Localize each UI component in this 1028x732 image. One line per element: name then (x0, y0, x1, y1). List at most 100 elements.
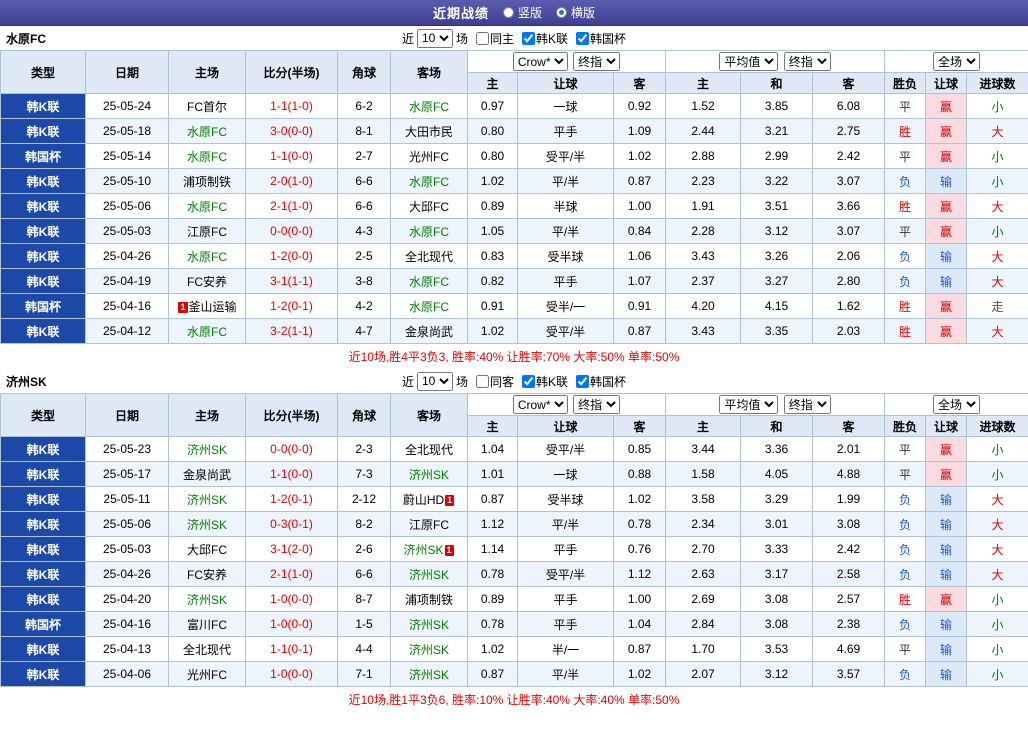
handicap-stage-select[interactable]: 终指 (573, 395, 620, 414)
handicap-result-cell: 输 (926, 562, 967, 587)
avg-away-odds: 2.57 (813, 587, 885, 612)
away-team-cell: 水原FC (391, 169, 468, 194)
team-label: 大邱FC (187, 543, 227, 557)
corner-column-header: 角球 (338, 51, 391, 94)
score-column-header: 比分(半场) (246, 394, 338, 437)
avg-away-odds: 2.58 (813, 562, 885, 587)
home-team-cell: 济州SK (169, 437, 246, 462)
date-cell: 25-05-11 (86, 487, 169, 512)
handicap-away-odds: 0.87 (614, 637, 666, 662)
date-cell: 25-05-23 (86, 437, 169, 462)
score-cell: 1-1(0-0) (246, 462, 338, 487)
handicap-result-cell: 赢 (926, 587, 967, 612)
team-label: 全北现代 (405, 443, 453, 457)
date-cell: 25-05-06 (86, 194, 169, 219)
layout-radio-horizontal[interactable]: 横版 (556, 4, 595, 21)
goals-result-cell: 大 (967, 537, 1028, 562)
same-venue-checkbox[interactable] (476, 375, 489, 388)
same-venue-filter[interactable]: 同客 (476, 373, 514, 390)
goals-result-cell: 小 (967, 169, 1028, 194)
corner-cell: 8-7 (338, 587, 391, 612)
avg-draw-odds: 4.15 (741, 294, 813, 319)
result-cell: 胜 (885, 194, 926, 219)
score-column-header: 比分(半场) (246, 51, 338, 94)
same-venue-checkbox[interactable] (476, 32, 489, 45)
goals-result-cell: 走 (967, 294, 1028, 319)
handicap-home-odds: 1.12 (468, 512, 518, 537)
bookmaker-select[interactable]: Crow* (513, 395, 568, 414)
handicap-away-odds: 0.87 (614, 319, 666, 344)
handicap-home-odds: 1.02 (468, 169, 518, 194)
fulltime-scope-select[interactable]: 全场 (933, 52, 980, 71)
league-checkbox[interactable] (522, 32, 535, 45)
handicap-away-odds: 1.07 (614, 269, 666, 294)
team-label: 水原FC (409, 175, 449, 189)
average-stage-select[interactable]: 终指 (784, 395, 831, 414)
league-type-cell: 韩K联 (1, 94, 86, 119)
same-venue-filter[interactable]: 同主 (476, 30, 514, 47)
avg-draw-header: 和 (741, 73, 813, 94)
handicap-away-odds: 1.02 (614, 662, 666, 687)
team-section: 水原FC 近 10 场 同主 韩K联 韩国杯 (0, 26, 1028, 369)
league-checkbox[interactable] (522, 375, 535, 388)
league-type-cell: 韩K联 (1, 462, 86, 487)
handicap-line: 平/半 (518, 662, 614, 687)
result-header: 胜负 (885, 73, 926, 94)
cup-checkbox[interactable] (576, 32, 589, 45)
average-select[interactable]: 平均值 (719, 395, 778, 414)
result-cell: 平 (885, 437, 926, 462)
corner-cell: 2-6 (338, 537, 391, 562)
corner-cell: 2-3 (338, 437, 391, 462)
cup-checkbox[interactable] (576, 375, 589, 388)
league-filter[interactable]: 韩K联 (522, 373, 568, 390)
handicap-home-odds: 0.97 (468, 94, 518, 119)
goals-result-cell: 大 (967, 119, 1028, 144)
league-filter[interactable]: 韩K联 (522, 30, 568, 47)
result-cell: 负 (885, 269, 926, 294)
layout-radio-vertical[interactable]: 竖版 (503, 4, 542, 21)
avg-home-odds: 3.44 (666, 437, 741, 462)
match-count-select[interactable]: 10 (417, 372, 453, 391)
corner-cell: 6-6 (338, 562, 391, 587)
match-row: 韩K联25-05-03江原FC0-0(0-0)4-3水原FC1.05平/半0.8… (1, 219, 1028, 244)
score-cell: 1-2(0-0) (246, 244, 338, 269)
home-column-header: 主场 (169, 51, 246, 94)
avg-draw-odds: 3.35 (741, 319, 813, 344)
fulltime-scope-select[interactable]: 全场 (933, 395, 980, 414)
handicap-stage-select[interactable]: 终指 (573, 52, 620, 71)
games-label: 场 (456, 373, 468, 390)
cup-filter[interactable]: 韩国杯 (576, 30, 626, 47)
match-row: 韩国杯25-04-16富川FC1-0(0-0)1-5济州SK0.78平手1.04… (1, 612, 1028, 637)
league-type-cell: 韩K联 (1, 119, 86, 144)
team-label: 济州SK (409, 668, 449, 682)
handicap-away-header: 客 (614, 416, 666, 437)
away-team-cell: 水原FC (391, 219, 468, 244)
handicap-result-cell: 赢 (926, 294, 967, 319)
avg-home-odds: 3.58 (666, 487, 741, 512)
average-stage-select[interactable]: 终指 (784, 52, 831, 71)
league-type-cell: 韩K联 (1, 194, 86, 219)
matches-tbody: 韩K联25-05-23济州SK0-0(0-0)2-3全北现代1.04受平/半0.… (1, 437, 1028, 687)
result-cell: 负 (885, 487, 926, 512)
average-select[interactable]: 平均值 (719, 52, 778, 71)
handicap-away-odds: 1.02 (614, 487, 666, 512)
radio-label-horizontal: 横版 (571, 4, 595, 21)
result-cell: 负 (885, 244, 926, 269)
corner-cell: 3-8 (338, 269, 391, 294)
score-cell: 1-2(0-1) (246, 487, 338, 512)
away-column-header: 客场 (391, 51, 468, 94)
bookmaker-select[interactable]: Crow* (513, 52, 568, 71)
handicap-home-odds: 0.83 (468, 244, 518, 269)
cup-filter[interactable]: 韩国杯 (576, 373, 626, 390)
date-cell: 25-04-13 (86, 637, 169, 662)
score-cell: 1-2(0-1) (246, 294, 338, 319)
league-type-cell: 韩K联 (1, 169, 86, 194)
result-cell: 平 (885, 637, 926, 662)
avg-home-odds: 2.69 (666, 587, 741, 612)
date-cell: 25-04-26 (86, 562, 169, 587)
away-team-cell: 济州SK (391, 462, 468, 487)
match-count-select[interactable]: 10 (417, 29, 453, 48)
avg-draw-odds: 3.01 (741, 512, 813, 537)
result-header: 胜负 (885, 416, 926, 437)
corner-cell: 6-2 (338, 94, 391, 119)
